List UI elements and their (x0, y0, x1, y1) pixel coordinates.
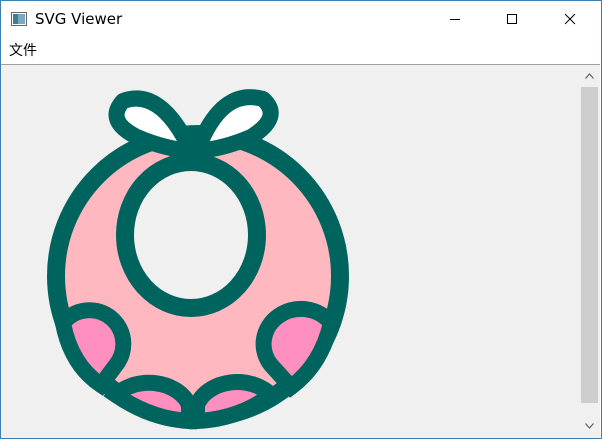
scallop-right (255, 300, 340, 398)
scallop-mid-left (103, 374, 197, 430)
bib-ribbon (108, 89, 279, 159)
vertical-scrollbar[interactable] (579, 64, 600, 438)
title-bar[interactable]: SVG Viewer (1, 1, 601, 37)
scroll-thumb[interactable] (581, 87, 598, 403)
chevron-down-icon (585, 423, 594, 429)
scallop-mid-right (189, 374, 284, 430)
chevron-up-icon (585, 73, 594, 79)
close-button[interactable] (547, 1, 593, 37)
menu-item-file[interactable]: 文件 (9, 43, 37, 59)
app-window: SVG Viewer 文件 (0, 0, 602, 439)
maximize-button[interactable] (489, 1, 535, 37)
baby-bib-icon (47, 89, 349, 430)
bib-neck-hole (116, 153, 266, 317)
app-window-icon (11, 12, 27, 26)
close-icon (564, 13, 576, 25)
minimize-button[interactable] (432, 1, 478, 37)
scroll-down-button[interactable] (579, 417, 600, 435)
menu-bar: 文件 (1, 37, 601, 64)
minimize-icon (450, 19, 460, 20)
window-title: SVG Viewer (35, 10, 123, 28)
scallop-left (54, 302, 132, 396)
svg-canvas[interactable] (1, 64, 579, 438)
maximize-icon (507, 14, 517, 24)
scroll-up-button[interactable] (579, 67, 600, 85)
